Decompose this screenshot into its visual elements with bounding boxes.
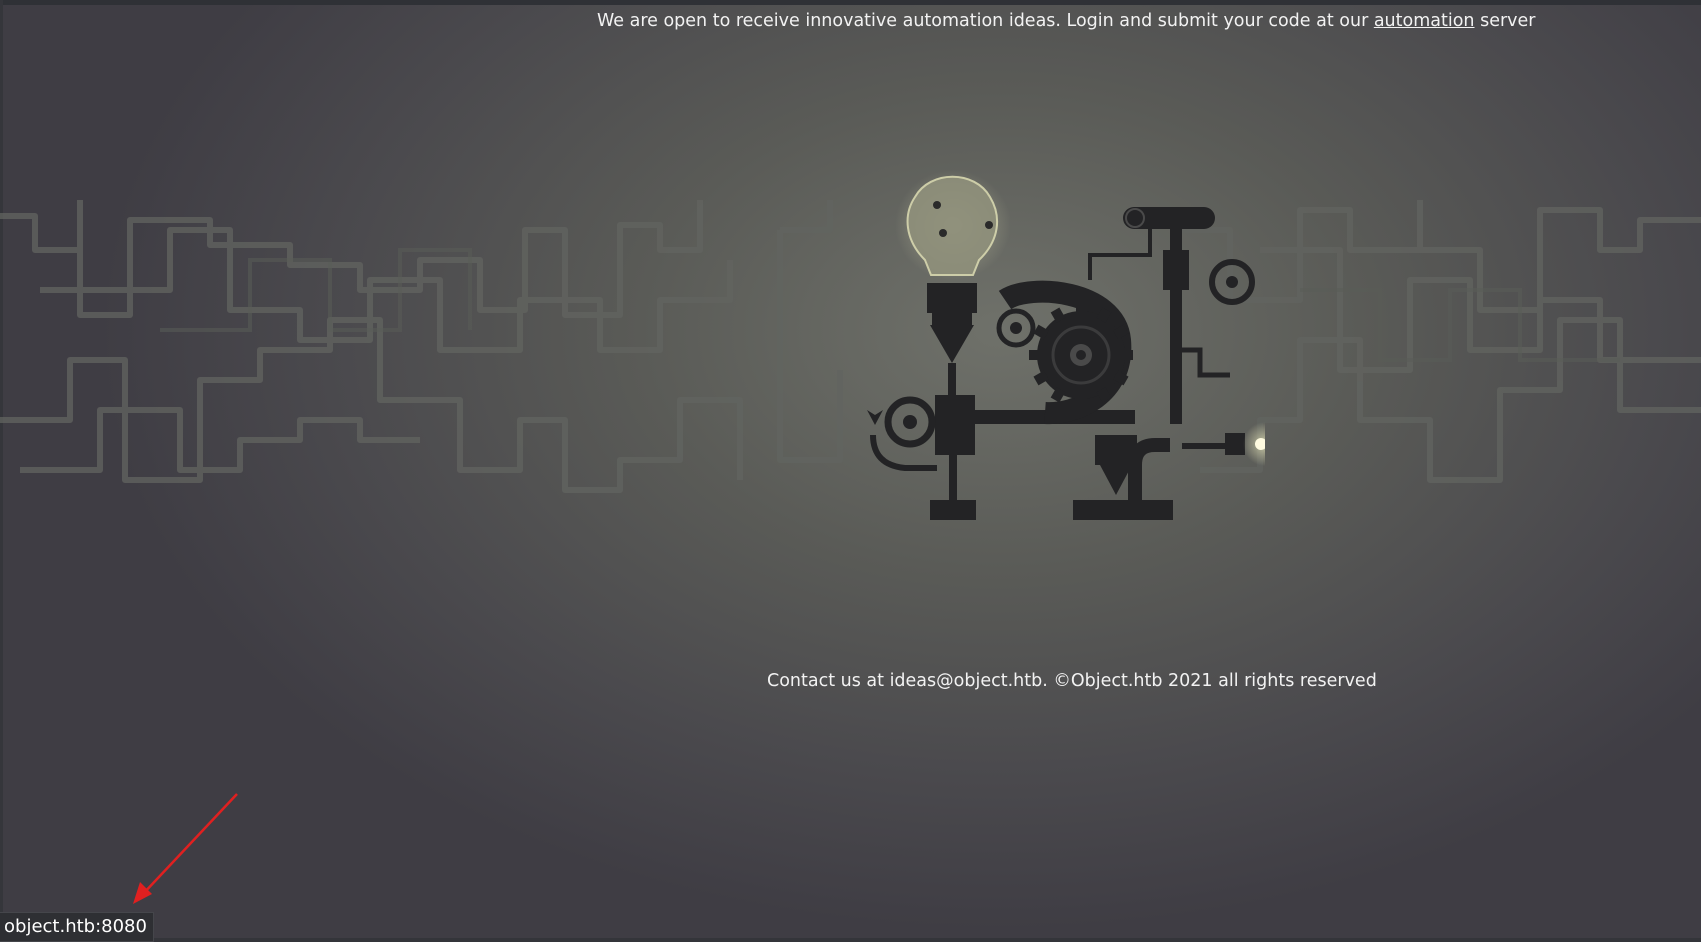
lightbulb-machine-illustration	[867, 170, 1265, 520]
header-text-start: We are open to receive innovative automa…	[597, 11, 1374, 31]
window-bottom-border	[0, 938, 1701, 942]
link-hover-status-url: object.htb:8080	[0, 912, 154, 942]
footer-contact-text: Contact us at ideas@object.htb. ©Object.…	[767, 671, 1377, 691]
automation-link[interactable]: automation	[1374, 11, 1475, 31]
header-banner: We are open to receive innovative automa…	[597, 10, 1535, 32]
header-text-end: server	[1474, 11, 1536, 31]
red-arrow-annotation	[133, 793, 238, 904]
window-top-border	[0, 0, 1701, 5]
